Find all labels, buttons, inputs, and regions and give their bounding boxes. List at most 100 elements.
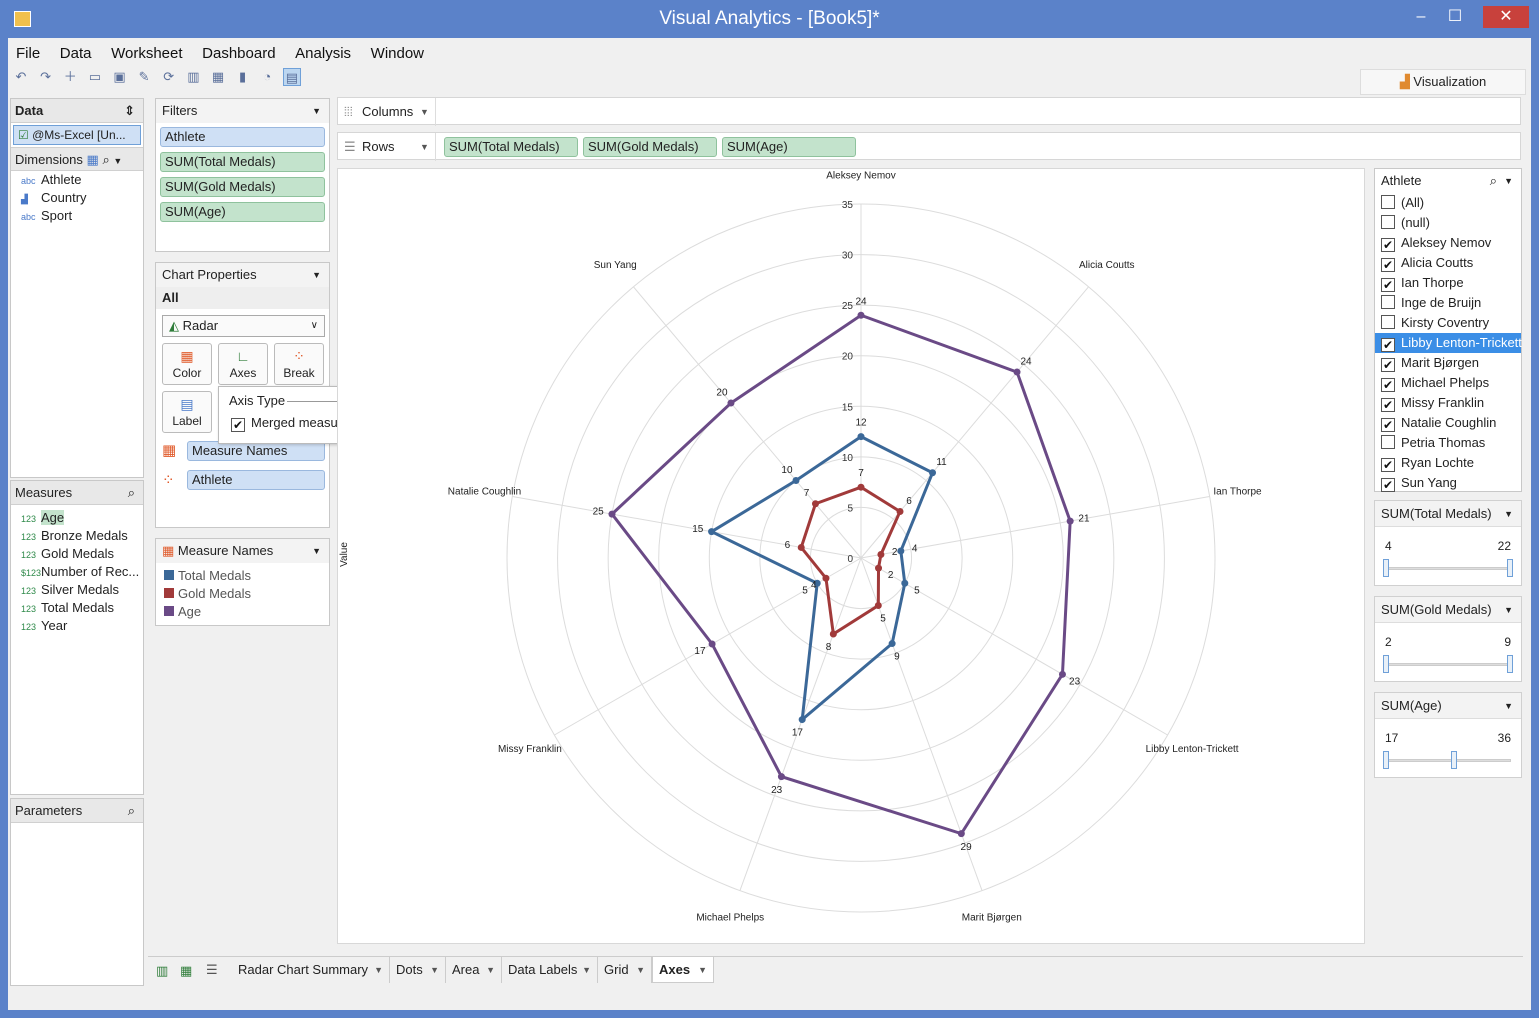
break-button[interactable]: ⁘ Break (274, 343, 324, 385)
measure-item[interactable]: 123 Silver Medals (11, 581, 143, 599)
checkbox[interactable]: ✔ (1381, 338, 1395, 352)
data-source-icon[interactable]: ✎ (135, 68, 153, 86)
axes-button[interactable]: ∟ Axes (218, 343, 268, 385)
rows-pill[interactable]: SUM(Total Medals) (444, 137, 578, 157)
search-icon[interactable]: ⌕ (128, 481, 135, 505)
athlete-filter-item[interactable]: ✔ Marit Bjørgen (1375, 353, 1521, 373)
measure-item[interactable]: $123Number of Rec... (11, 563, 143, 581)
range-handle-high[interactable] (1451, 751, 1458, 769)
redo-icon[interactable]: ↷ (37, 68, 55, 86)
chevron-down-icon[interactable]: ▼ (1504, 693, 1513, 719)
range-handle-low[interactable] (1383, 559, 1389, 577)
checkbox[interactable] (1381, 315, 1395, 329)
checkbox[interactable]: ✔ (1381, 238, 1395, 252)
athlete-filter-item[interactable]: ✔ Aleksey Nemov (1375, 233, 1521, 253)
athlete-filter-item[interactable]: (null) (1375, 213, 1521, 233)
checkbox[interactable]: ✔ (1381, 378, 1395, 392)
athlete-filter-item[interactable]: ✔ Libby Lenton-Trickett (1375, 333, 1522, 353)
rows-pill[interactable]: SUM(Gold Medals) (583, 137, 717, 157)
sheet-tab[interactable]: Radar Chart Summary ▼ (232, 957, 390, 983)
filter-pill[interactable]: Athlete (160, 127, 325, 147)
checkbox[interactable]: ✔ (1381, 358, 1395, 372)
chevron-down-icon[interactable]: ▼ (698, 957, 707, 983)
merged-measure-option[interactable]: ✔ Merged measure (231, 415, 349, 432)
legend-item[interactable]: Gold Medals (164, 585, 321, 603)
undo-icon[interactable]: ↶ (12, 68, 30, 86)
bar-chart-icon[interactable]: ▮ (234, 68, 252, 86)
sheet-list-icon[interactable]: ☰ (206, 962, 218, 978)
checkbox[interactable]: ✔ (1381, 278, 1395, 292)
range-track[interactable] (1387, 663, 1511, 666)
chevron-down-icon[interactable]: ▼ (1504, 501, 1513, 527)
measure-item[interactable]: 123 Year (11, 617, 143, 635)
chevron-down-icon[interactable]: ▼ (312, 263, 321, 287)
refresh-icon[interactable]: ⟳ (160, 68, 178, 86)
checkbox[interactable] (1381, 295, 1395, 309)
chevron-down-icon[interactable]: ▼ (486, 957, 495, 983)
chevron-down-icon[interactable]: ▼ (430, 957, 439, 983)
checkbox[interactable]: ✔ (1381, 418, 1395, 432)
measure-item[interactable]: 123 Total Medals (11, 599, 143, 617)
athlete-field[interactable]: Athlete (187, 470, 325, 490)
checkbox[interactable] (1381, 195, 1395, 209)
menu-analysis[interactable]: Analysis (287, 42, 359, 65)
legend-item[interactable]: Total Medals (164, 567, 321, 585)
columns-shelf[interactable]: ⦙⦙⦙ Columns ▼ (337, 97, 1521, 126)
menu-file[interactable]: File (8, 42, 48, 65)
dimension-item[interactable]: abc Sport (11, 207, 143, 225)
athlete-filter-item[interactable]: ✔ Sun Yang (1375, 473, 1521, 493)
search-icon[interactable]: ⌕ (102, 152, 109, 167)
chevron-down-icon[interactable]: ▼ (636, 957, 645, 983)
range-handle-low[interactable] (1383, 655, 1389, 673)
athlete-filter-item[interactable]: ✔ Natalie Coughlin (1375, 413, 1521, 433)
new-worksheet-icon[interactable]: ▥ (156, 963, 168, 979)
range-handle-high[interactable] (1507, 655, 1513, 673)
measure-item[interactable]: 123 Gold Medals (11, 545, 143, 563)
athlete-filter-item[interactable]: ✔ Alicia Coutts (1375, 253, 1521, 273)
sheet-tab[interactable]: Area ▼ (446, 957, 502, 983)
athlete-filter-item[interactable]: ✔ Ian Thorpe (1375, 273, 1521, 293)
color-button[interactable]: ▦ Color (162, 343, 212, 385)
rows-shelf[interactable]: ☰ Rows ▼ SUM(Total Medals) SUM(Gold Medal… (337, 132, 1521, 161)
dimension-item[interactable]: abc Athlete (11, 171, 143, 189)
filter-pill[interactable]: SUM(Total Medals) (160, 152, 325, 172)
visualization-button[interactable]: ▟ Visualization (1360, 69, 1526, 95)
athlete-filter-item[interactable]: Kirsty Coventry (1375, 313, 1521, 333)
menu-data[interactable]: Data (52, 42, 100, 65)
measure-item[interactable]: 123 Age (11, 509, 143, 527)
checkbox[interactable]: ✔ (1381, 398, 1395, 412)
chevron-down-icon[interactable]: ▼ (374, 957, 383, 983)
filter-pill[interactable]: SUM(Age) (160, 202, 325, 222)
range-track[interactable] (1387, 759, 1511, 762)
range-track[interactable] (1387, 567, 1511, 570)
checkbox[interactable]: ✔ (1381, 478, 1395, 492)
checkbox[interactable]: ✔ (1381, 458, 1395, 472)
scope-label[interactable]: All (156, 287, 329, 309)
chevron-down-icon[interactable]: ▼ (420, 98, 429, 126)
chevron-down-icon[interactable]: ▼ (113, 156, 122, 166)
label-button[interactable]: ▤ Label (162, 391, 212, 433)
menu-window[interactable]: Window (363, 42, 432, 65)
athlete-filter-item[interactable]: Petria Thomas (1375, 433, 1521, 453)
maximize-icon[interactable]: ☐ (1441, 6, 1469, 28)
chevron-down-icon[interactable]: ▼ (582, 957, 591, 983)
athlete-filter-item[interactable]: ✔ Michael Phelps (1375, 373, 1521, 393)
search-icon[interactable]: ⌕ (128, 799, 135, 823)
filter-pill[interactable]: SUM(Gold Medals) (160, 177, 325, 197)
sheet-tab[interactable]: Data Labels ▼ (502, 957, 598, 983)
chevron-down-icon[interactable]: ▼ (1504, 597, 1513, 623)
chevron-down-icon[interactable]: ▼ (1504, 169, 1513, 193)
new-sheet-icon[interactable]: ＋ (61, 68, 79, 86)
measure-item[interactable]: 123 Bronze Medals (11, 527, 143, 545)
legend-item[interactable]: Age (164, 603, 321, 621)
range-handle-high[interactable] (1507, 559, 1513, 577)
chevron-down-icon[interactable]: ▼ (312, 539, 321, 563)
save-icon[interactable]: ▣ (111, 68, 129, 86)
chart-type-select[interactable]: ◭ Radar ∨ (162, 315, 325, 337)
sheet-tab[interactable]: Dots ▼ (390, 957, 446, 983)
grid-icon[interactable]: ▦ (209, 68, 227, 86)
menu-dashboard[interactable]: Dashboard (194, 42, 283, 65)
checkbox[interactable]: ✔ (1381, 258, 1395, 272)
measure-names-field[interactable]: Measure Names (187, 441, 325, 461)
menu-worksheet[interactable]: Worksheet (103, 42, 190, 65)
